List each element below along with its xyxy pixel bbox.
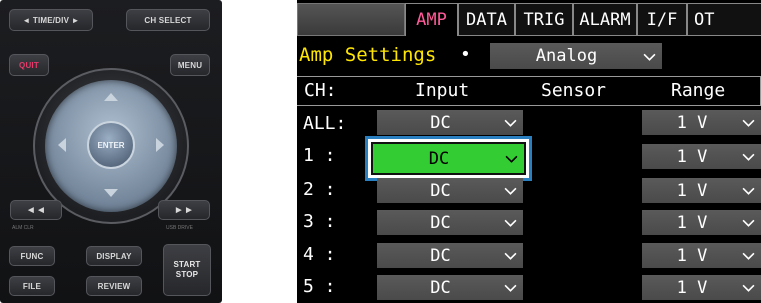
chevron-down-icon [504,187,517,195]
range-dropdown[interactable]: 1 V [642,275,761,300]
range-dropdown[interactable]: 1 V [642,178,761,203]
table-header: CH: Input Sensor Range [297,76,761,106]
range-value: 1 V [676,277,708,298]
range-value: 1 V [676,112,708,133]
tab-bar-spacer [297,3,405,36]
tab-data[interactable]: DATA [458,3,515,36]
device-screen: AMP DATA TRIG ALARM I/F OT Amp Settings … [297,0,761,303]
stop-label: STOP [175,270,199,279]
forward-button[interactable]: ►► [158,200,210,220]
input-value: DC [430,277,451,298]
tab-if[interactable]: I/F [637,3,687,36]
channel-label: ALL: [303,113,347,134]
channel-label: 2 : [303,179,336,200]
chevron-down-icon [643,53,656,61]
range-value: 1 V [676,146,708,167]
channel-label: 4 : [303,244,336,265]
input-dropdown-selected[interactable]: DC [371,142,526,175]
input-value: DC [430,112,451,133]
input-value: DC [428,148,450,169]
input-value: DC [430,245,451,266]
display-button[interactable]: DISPLAY [86,246,142,266]
channel-label: 5 : [303,276,336,297]
usb-drive-hint: USB DRIVE [166,225,193,231]
tab-amp[interactable]: AMP [405,3,458,36]
chevron-down-icon [742,284,755,292]
range-dropdown[interactable]: 1 V [642,210,761,235]
func-button[interactable]: FUNC [9,246,55,266]
left-arrow-icon[interactable] [58,138,66,152]
header-input: Input [415,80,470,101]
time-div-button[interactable]: ◄ TIME/DIV ► [9,9,93,31]
device-keypad: ◄ TIME/DIV ► CH SELECT QUIT MENU ENTER ◄… [0,0,222,303]
input-dropdown[interactable]: DC [377,275,523,300]
header-sensor: Sensor [541,80,607,101]
chevron-down-icon [742,119,755,127]
chevron-down-icon [742,153,755,161]
input-dropdown[interactable]: DC [377,110,523,135]
enter-button[interactable]: ENTER [87,121,135,169]
channel-label: 1 : [303,145,336,166]
mode-dropdown[interactable]: Analog [490,43,662,69]
menu-button[interactable]: MENU [170,54,210,76]
ch-select-button[interactable]: CH SELECT [126,9,210,31]
tab-alarm[interactable]: ALARM [573,3,637,36]
chevron-down-icon [505,155,518,163]
tab-trig[interactable]: TRIG [515,3,573,36]
quit-button[interactable]: QUIT [9,54,49,76]
range-value: 1 V [676,245,708,266]
title-separator: • [460,44,471,65]
chevron-down-icon [504,219,517,227]
start-label: START [173,260,201,269]
rewind-button[interactable]: ◄◄ [10,200,62,220]
range-dropdown[interactable]: 1 V [642,110,761,135]
header-range: Range [671,80,726,101]
alarm-clear-hint: ALM CLR [12,225,34,231]
channel-label: 3 : [303,211,336,232]
chevron-down-icon [742,252,755,260]
range-value: 1 V [676,180,708,201]
chevron-down-icon [504,252,517,260]
input-value: DC [430,180,451,201]
range-dropdown[interactable]: 1 V [642,144,761,169]
range-dropdown[interactable]: 1 V [642,243,761,268]
quit-label: QUIT [19,60,39,70]
header-ch: CH: [304,80,337,101]
input-dropdown[interactable]: DC [377,210,523,235]
input-value: DC [430,212,451,233]
right-arrow-icon[interactable] [156,138,164,152]
range-value: 1 V [676,212,708,233]
down-arrow-icon[interactable] [104,189,118,197]
review-button[interactable]: REVIEW [86,276,142,296]
chevron-down-icon [742,219,755,227]
input-dropdown[interactable]: DC [377,178,523,203]
chevron-down-icon [504,284,517,292]
tab-other[interactable]: OT [687,3,761,36]
tab-bar: AMP DATA TRIG ALARM I/F OT [297,0,761,37]
page-title: Amp Settings [299,44,437,66]
chevron-down-icon [504,119,517,127]
up-arrow-icon[interactable] [104,93,118,101]
input-dropdown[interactable]: DC [377,243,523,268]
mode-value: Analog [535,46,598,66]
file-button[interactable]: FILE [9,276,55,296]
chevron-down-icon [742,187,755,195]
start-stop-button[interactable]: START STOP [163,244,211,296]
